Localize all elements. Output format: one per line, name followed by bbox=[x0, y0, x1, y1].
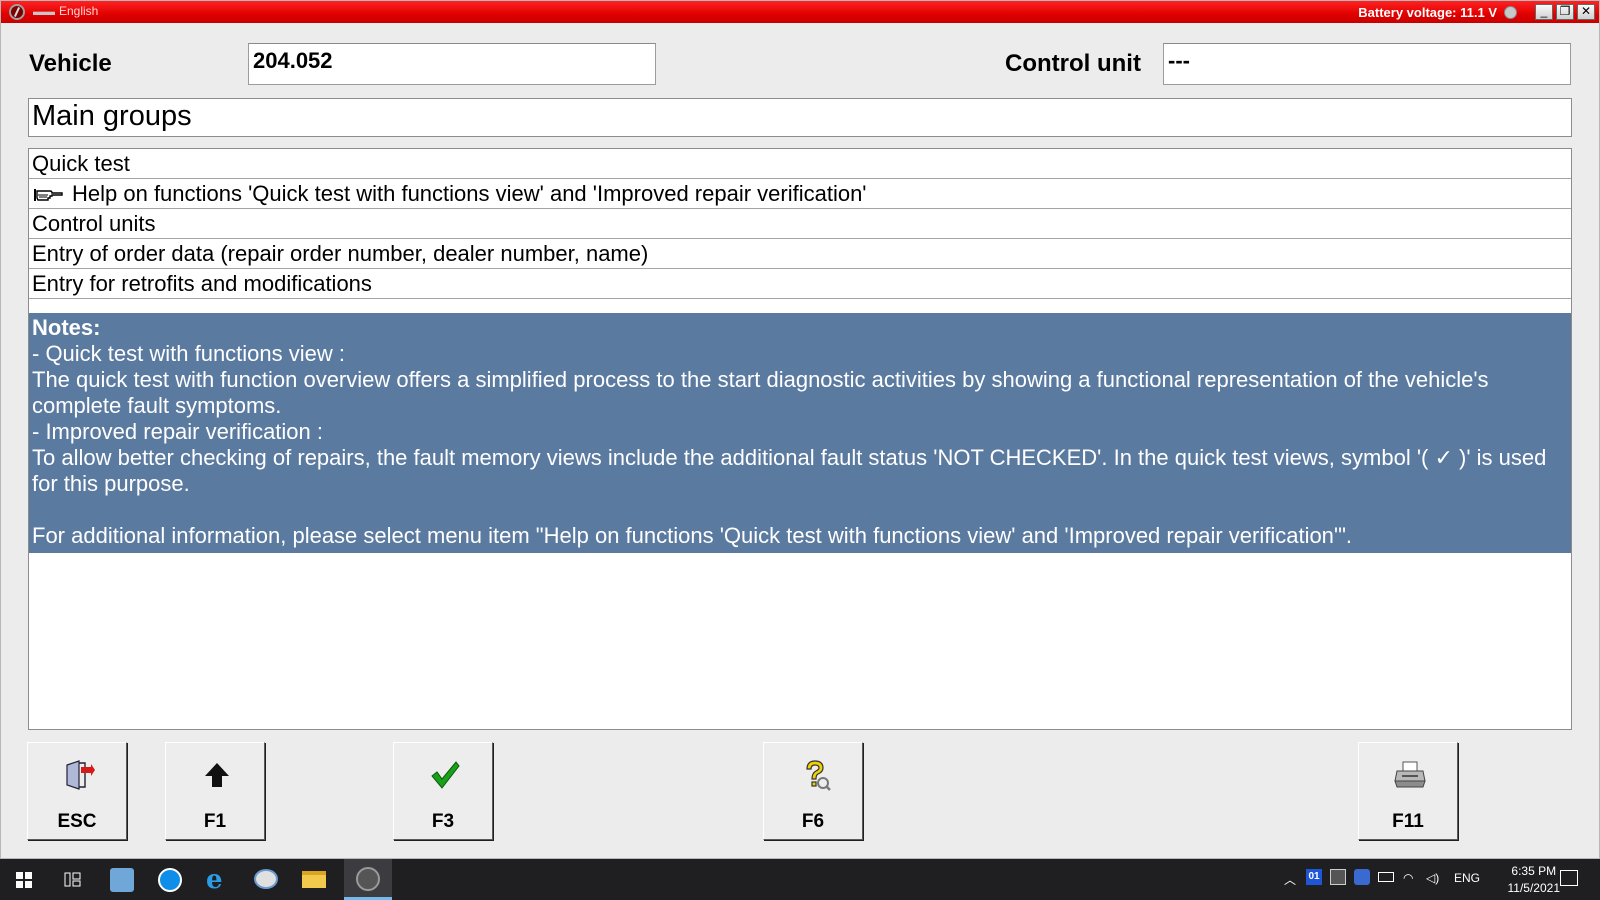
key-label: F11 bbox=[1392, 811, 1424, 832]
teamviewer-icon bbox=[158, 868, 182, 892]
main-groups-panel: Quick test Help on functions 'Quick test… bbox=[28, 148, 1572, 730]
gear-icon bbox=[110, 868, 134, 892]
menu-item-label: Control units bbox=[32, 211, 156, 236]
pointing-hand-icon bbox=[32, 184, 64, 202]
f1-button[interactable]: F1 bbox=[165, 742, 265, 840]
menu-item-label: Quick test bbox=[32, 151, 130, 176]
key-label: ESC bbox=[57, 811, 97, 832]
minimize-button[interactable]: _ bbox=[1535, 4, 1553, 20]
input-language[interactable]: ENG bbox=[1454, 871, 1480, 885]
vehicle-label: Vehicle bbox=[29, 50, 112, 77]
task-view-icon bbox=[64, 872, 81, 887]
battery-status-icon bbox=[1504, 6, 1517, 19]
esc-button[interactable]: ESC bbox=[27, 742, 127, 840]
help-question-icon bbox=[799, 759, 831, 791]
volume-icon[interactable]: ◁) bbox=[1426, 871, 1439, 885]
restore-button[interactable]: ❐ bbox=[1556, 4, 1574, 20]
mercedes-logo-icon bbox=[356, 867, 380, 891]
section-title: Main groups bbox=[28, 98, 1572, 137]
clock-date: 11/5/2021 bbox=[1507, 881, 1561, 895]
menu-item-label: Entry of order data (repair order number… bbox=[32, 241, 649, 266]
menu-item-order-data[interactable]: Entry of order data (repair order number… bbox=[29, 239, 1571, 269]
task-view-button[interactable] bbox=[48, 859, 96, 900]
notes-text: For additional information, please selec… bbox=[32, 523, 1353, 548]
vehicle-field: 204.052 bbox=[248, 43, 656, 85]
menu-item-retrofits[interactable]: Entry for retrofits and modifications bbox=[29, 269, 1571, 299]
checkmark-icon bbox=[429, 759, 461, 791]
tray-app-icon[interactable]: 01 bbox=[1306, 869, 1322, 885]
taskbar: e ︿ 01 ◠ ◁) ENG 6:35 PM 11/5/2021 bbox=[0, 859, 1600, 900]
up-arrow-icon bbox=[201, 759, 233, 791]
window-title: ▬▬ English bbox=[33, 4, 99, 18]
f3-button[interactable]: F3 bbox=[393, 742, 493, 840]
language-label: English bbox=[59, 4, 99, 18]
notes-text: - Improved repair verification : bbox=[32, 419, 323, 444]
menu-item-quick-test[interactable]: Quick test bbox=[29, 149, 1571, 179]
application-window: ▬▬ English Battery voltage: 11.1 V _ ❐ ✕ … bbox=[0, 0, 1600, 859]
clock[interactable]: 6:35 PM 11/5/2021 bbox=[1508, 863, 1561, 897]
close-button[interactable]: ✕ bbox=[1577, 4, 1595, 20]
wifi-icon[interactable]: ◠ bbox=[1403, 871, 1413, 885]
taskbar-app-settings[interactable] bbox=[98, 859, 146, 900]
menu-item-control-units[interactable]: Control units bbox=[29, 209, 1571, 239]
notifications-icon[interactable] bbox=[1560, 870, 1578, 886]
battery-voltage: Battery voltage: 11.1 V bbox=[1358, 5, 1497, 20]
title-bar[interactable]: ▬▬ English Battery voltage: 11.1 V _ ❐ ✕ bbox=[1, 1, 1599, 23]
battery-icon[interactable] bbox=[1378, 872, 1394, 882]
notes-panel: Notes: - Quick test with functions view … bbox=[29, 313, 1571, 553]
taskbar-app-file-explorer[interactable] bbox=[290, 859, 338, 900]
key-label: F6 bbox=[801, 811, 825, 832]
control-unit-label: Control unit bbox=[1005, 50, 1141, 77]
tray-bluetooth-icon[interactable] bbox=[1354, 869, 1370, 885]
menu-item-label: Help on functions 'Quick test with funct… bbox=[72, 181, 867, 206]
notes-text: To allow better checking of repairs, the… bbox=[32, 445, 1547, 496]
printer-icon bbox=[1394, 759, 1426, 791]
taskbar-app-paint[interactable] bbox=[242, 859, 290, 900]
key-label: F3 bbox=[431, 811, 455, 832]
f11-button[interactable]: F11 bbox=[1358, 742, 1458, 840]
internet-explorer-icon: e bbox=[206, 865, 223, 895]
notes-heading: Notes: bbox=[32, 315, 101, 340]
clock-time: 6:35 PM bbox=[1511, 864, 1557, 878]
control-unit-field: --- bbox=[1163, 43, 1571, 85]
notes-spacer bbox=[32, 497, 1568, 523]
menu-item-label: Entry for retrofits and modifications bbox=[32, 271, 372, 296]
menu-item-help-on-functions[interactable]: Help on functions 'Quick test with funct… bbox=[29, 179, 1571, 209]
notes-text: The quick test with function overview of… bbox=[32, 367, 1489, 418]
mercedes-logo-icon bbox=[9, 4, 25, 20]
tray-overflow-chevron-icon[interactable]: ︿ bbox=[1284, 871, 1296, 888]
folder-icon bbox=[302, 871, 326, 888]
windows-logo-icon bbox=[16, 872, 32, 888]
taskbar-app-teamviewer[interactable] bbox=[146, 859, 194, 900]
notes-text: - Quick test with functions view : bbox=[32, 341, 345, 366]
exit-door-icon bbox=[63, 759, 95, 791]
taskbar-app-internet-explorer[interactable]: e bbox=[194, 859, 242, 900]
key-label: F1 bbox=[203, 811, 227, 832]
start-button[interactable] bbox=[0, 859, 48, 900]
tray-network-tool-icon[interactable] bbox=[1330, 869, 1346, 885]
taskbar-app-xentry[interactable] bbox=[344, 859, 392, 900]
f6-button[interactable]: F6 bbox=[763, 742, 863, 840]
paint-palette-icon bbox=[254, 869, 278, 889]
